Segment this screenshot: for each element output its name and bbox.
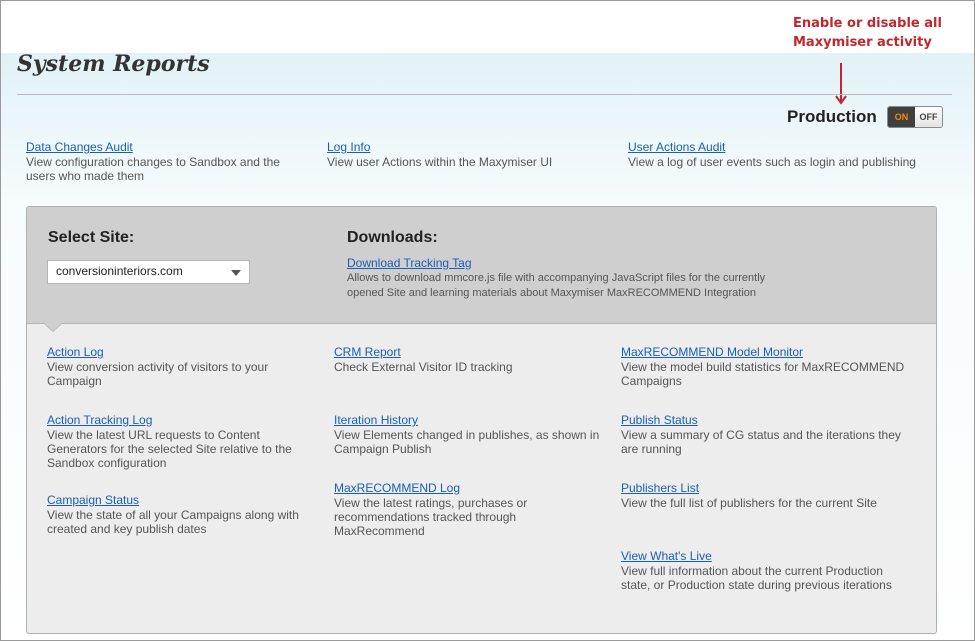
- toggle-on[interactable]: ON: [888, 107, 915, 127]
- maxrecommend-model-monitor-link[interactable]: MaxRECOMMEND Model Monitor: [621, 345, 803, 359]
- publishers-list-link[interactable]: Publishers List: [621, 481, 699, 495]
- data-changes-audit-desc: View configuration changes to Sandbox an…: [26, 155, 280, 183]
- report-item: MaxRECOMMEND Model Monitor View the mode…: [621, 345, 911, 388]
- view-whats-live-desc: View full information about the current …: [621, 564, 892, 592]
- top-link-user-actions-audit: User Actions Audit View a log of user ev…: [628, 140, 948, 169]
- campaign-status-desc: View the state of all your Campaigns alo…: [47, 508, 299, 536]
- production-toggle[interactable]: ON OFF: [887, 106, 943, 128]
- report-item: View What's Live View full information a…: [621, 549, 911, 592]
- report-item: Publish Status View a summary of CG stat…: [621, 413, 911, 456]
- maxrecommend-model-monitor-desc: View the model build statistics for MaxR…: [621, 360, 905, 388]
- data-changes-audit-link[interactable]: Data Changes Audit: [26, 140, 133, 154]
- publish-status-desc: View a summary of CG status and the iter…: [621, 428, 901, 456]
- report-item: Publishers List View the full list of pu…: [621, 481, 911, 510]
- site-select-value: conversioninteriors.com: [56, 264, 183, 278]
- title-divider: [17, 94, 952, 95]
- report-item: CRM Report Check External Visitor ID tra…: [334, 345, 604, 374]
- page-title: System Reports: [17, 51, 210, 77]
- action-log-desc: View conversion activity of visitors to …: [47, 360, 269, 388]
- user-actions-audit-desc: View a log of user events such as login …: [628, 155, 916, 169]
- view-whats-live-link[interactable]: View What's Live: [621, 549, 712, 563]
- log-info-link[interactable]: Log Info: [327, 140, 370, 154]
- download-tracking-tag-link[interactable]: Download Tracking Tag: [347, 256, 472, 270]
- reports-panel: Select Site: conversioninteriors.com Dow…: [26, 206, 937, 634]
- campaign-status-link[interactable]: Campaign Status: [47, 493, 139, 507]
- annotation-callout: Enable or disable all Maxymiser activity: [793, 16, 942, 50]
- arrow-down-icon: [835, 63, 847, 105]
- app-frame: Enable or disable all Maxymiser activity…: [0, 0, 975, 641]
- action-tracking-log-desc: View the latest URL requests to Content …: [47, 428, 292, 470]
- publishers-list-desc: View the full list of publishers for the…: [621, 496, 877, 510]
- report-item: Action Log View conversion activity of v…: [47, 345, 309, 388]
- crm-report-desc: Check External Visitor ID tracking: [334, 360, 513, 374]
- action-tracking-log-link[interactable]: Action Tracking Log: [47, 413, 152, 427]
- log-info-desc: View user Actions within the Maxymiser U…: [327, 155, 553, 169]
- report-item: MaxRECOMMEND Log View the latest ratings…: [334, 481, 554, 538]
- report-item: Iteration History View Elements changed …: [334, 413, 604, 456]
- site-select[interactable]: conversioninteriors.com: [47, 260, 250, 284]
- publish-status-link[interactable]: Publish Status: [621, 413, 698, 427]
- download-tracking-tag-desc: Allows to download mmcore.js file with a…: [347, 272, 766, 299]
- user-actions-audit-link[interactable]: User Actions Audit: [628, 140, 725, 154]
- download-tracking-tag-block: Download Tracking Tag Allows to download…: [347, 256, 787, 301]
- top-link-data-changes-audit: Data Changes Audit View configuration ch…: [26, 140, 301, 183]
- downloads-heading: Downloads:: [347, 229, 438, 246]
- crm-report-link[interactable]: CRM Report: [334, 345, 401, 359]
- maxrecommend-log-link[interactable]: MaxRECOMMEND Log: [334, 481, 460, 495]
- production-label: Production: [787, 107, 877, 126]
- panel-notch: [44, 323, 62, 331]
- iteration-history-link[interactable]: Iteration History: [334, 413, 418, 427]
- toggle-off[interactable]: OFF: [915, 107, 942, 127]
- top-link-log-info: Log Info View user Actions within the Ma…: [327, 140, 607, 169]
- iteration-history-desc: View Elements changed in publishes, as s…: [334, 428, 600, 456]
- chevron-down-icon: [231, 270, 241, 276]
- report-item: Action Tracking Log View the latest URL …: [47, 413, 309, 470]
- report-item: Campaign Status View the state of all yo…: [47, 493, 309, 536]
- maxrecommend-log-desc: View the latest ratings, purchases or re…: [334, 496, 528, 538]
- select-site-heading: Select Site:: [48, 229, 135, 246]
- action-log-link[interactable]: Action Log: [47, 345, 104, 359]
